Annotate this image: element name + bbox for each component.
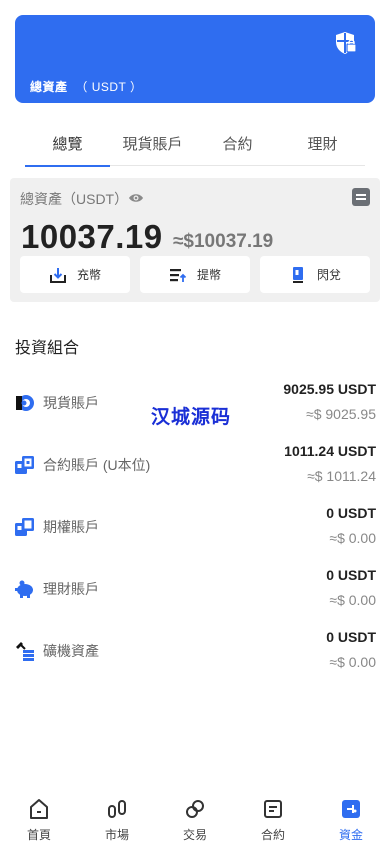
contract-icon [15, 456, 34, 474]
deposit-label: 充幣 [76, 268, 101, 282]
account-amount: 1011.24 USDT [284, 443, 376, 459]
account-approx: ≈$ 0.00 [329, 654, 376, 670]
banner-title-label: 總資產 [30, 80, 68, 94]
total-asset-card: 總資產（USDT） 10037.19 ≈$10037.19 充幣 提幣 閃兌 [10, 178, 380, 302]
withdraw-button[interactable]: 提幣 [140, 256, 250, 293]
account-amount: 0 USDT [326, 567, 376, 583]
spot-icon [16, 395, 34, 411]
tab-contract[interactable]: 合約 [195, 128, 280, 165]
watermark-text: 汉城源码 [151, 407, 232, 428]
exchange-label: 閃兌 [316, 268, 341, 282]
account-approx: ≈$ 9025.95 [306, 406, 376, 422]
account-approx: ≈$ 0.00 [329, 530, 376, 546]
account-tabs: 總覽 現貨賬戶 合約 理財 [25, 128, 365, 167]
nav-label-home: 首頁 [26, 828, 51, 842]
account-approx: ≈$ 0.00 [329, 592, 376, 608]
nav-label-market: 市場 [104, 828, 129, 842]
nav-item-funds[interactable]: 資金 [312, 790, 390, 844]
tab-finance[interactable]: 理財 [280, 128, 365, 165]
banner-title: 總資產 （ USDT ） [30, 78, 142, 95]
nav-item-market[interactable]: 市場 [78, 790, 156, 844]
bottom-nav: 首頁 市場 交易 合約 資金 [0, 790, 390, 844]
account-row-finance[interactable]: 理財賬戶 0 USDT ≈$ 0.00 [15, 567, 376, 641]
wallet-icon [342, 800, 360, 818]
asset-actions: 充幣 提幣 閃兌 [20, 256, 370, 293]
nav-item-home[interactable]: 首頁 [0, 790, 78, 844]
portfolio-title: 投資組合 [15, 340, 80, 357]
account-row-contract[interactable]: 合約賬戶 (U本位) 1011.24 USDT ≈$ 1011.24 [15, 443, 376, 517]
mining-icon [16, 642, 34, 661]
account-row-options[interactable]: 期權賬戶 0 USDT ≈$ 0.00 [15, 505, 376, 579]
record-icon[interactable] [352, 188, 370, 206]
total-asset-amount: 10037.19 [21, 218, 163, 255]
tab-overview[interactable]: 總覽 [25, 128, 110, 167]
nav-label-contract: 合約 [260, 828, 285, 842]
account-amount: 9025.95 USDT [283, 381, 376, 397]
nav-item-contract[interactable]: 合約 [234, 790, 312, 844]
total-asset-label: 總資產（USDT） [20, 191, 129, 207]
deposit-button[interactable]: 充幣 [20, 256, 130, 293]
contract-nav-icon [264, 800, 282, 818]
trade-icon [186, 800, 204, 818]
total-asset-approx: ≈$10037.19 [173, 231, 274, 252]
shield-icon[interactable] [335, 31, 357, 55]
account-name: 現貨賬戶 [43, 395, 99, 411]
tab-spot-account[interactable]: 現貨賬戶 [110, 128, 195, 165]
asset-banner: 總資產 （ USDT ） [15, 15, 375, 103]
piggy-bank-icon [15, 580, 33, 598]
account-approx: ≈$ 1011.24 [307, 468, 376, 484]
eye-icon[interactable] [128, 192, 144, 204]
account-name: 合約賬戶 (U本位) [43, 457, 151, 473]
nav-item-trade[interactable]: 交易 [156, 790, 234, 844]
deposit-icon [49, 267, 66, 283]
exchange-icon [292, 266, 303, 283]
banner-title-unit: （ USDT ） [75, 80, 143, 94]
account-name: 理財賬戶 [43, 581, 99, 597]
account-name: 期權賬戶 [43, 519, 99, 535]
withdraw-label: 提幣 [196, 268, 221, 282]
nav-label-funds: 資金 [338, 828, 363, 842]
nav-label-trade: 交易 [182, 828, 207, 842]
withdraw-icon [169, 268, 187, 282]
home-icon [30, 799, 48, 819]
exchange-button[interactable]: 閃兌 [260, 256, 370, 293]
market-icon [108, 800, 126, 818]
account-amount: 0 USDT [326, 629, 376, 645]
account-amount: 0 USDT [326, 505, 376, 521]
account-row-mining[interactable]: 礦機資產 0 USDT ≈$ 0.00 [15, 629, 376, 703]
account-name: 礦機資產 [43, 643, 99, 659]
options-icon [15, 518, 34, 536]
